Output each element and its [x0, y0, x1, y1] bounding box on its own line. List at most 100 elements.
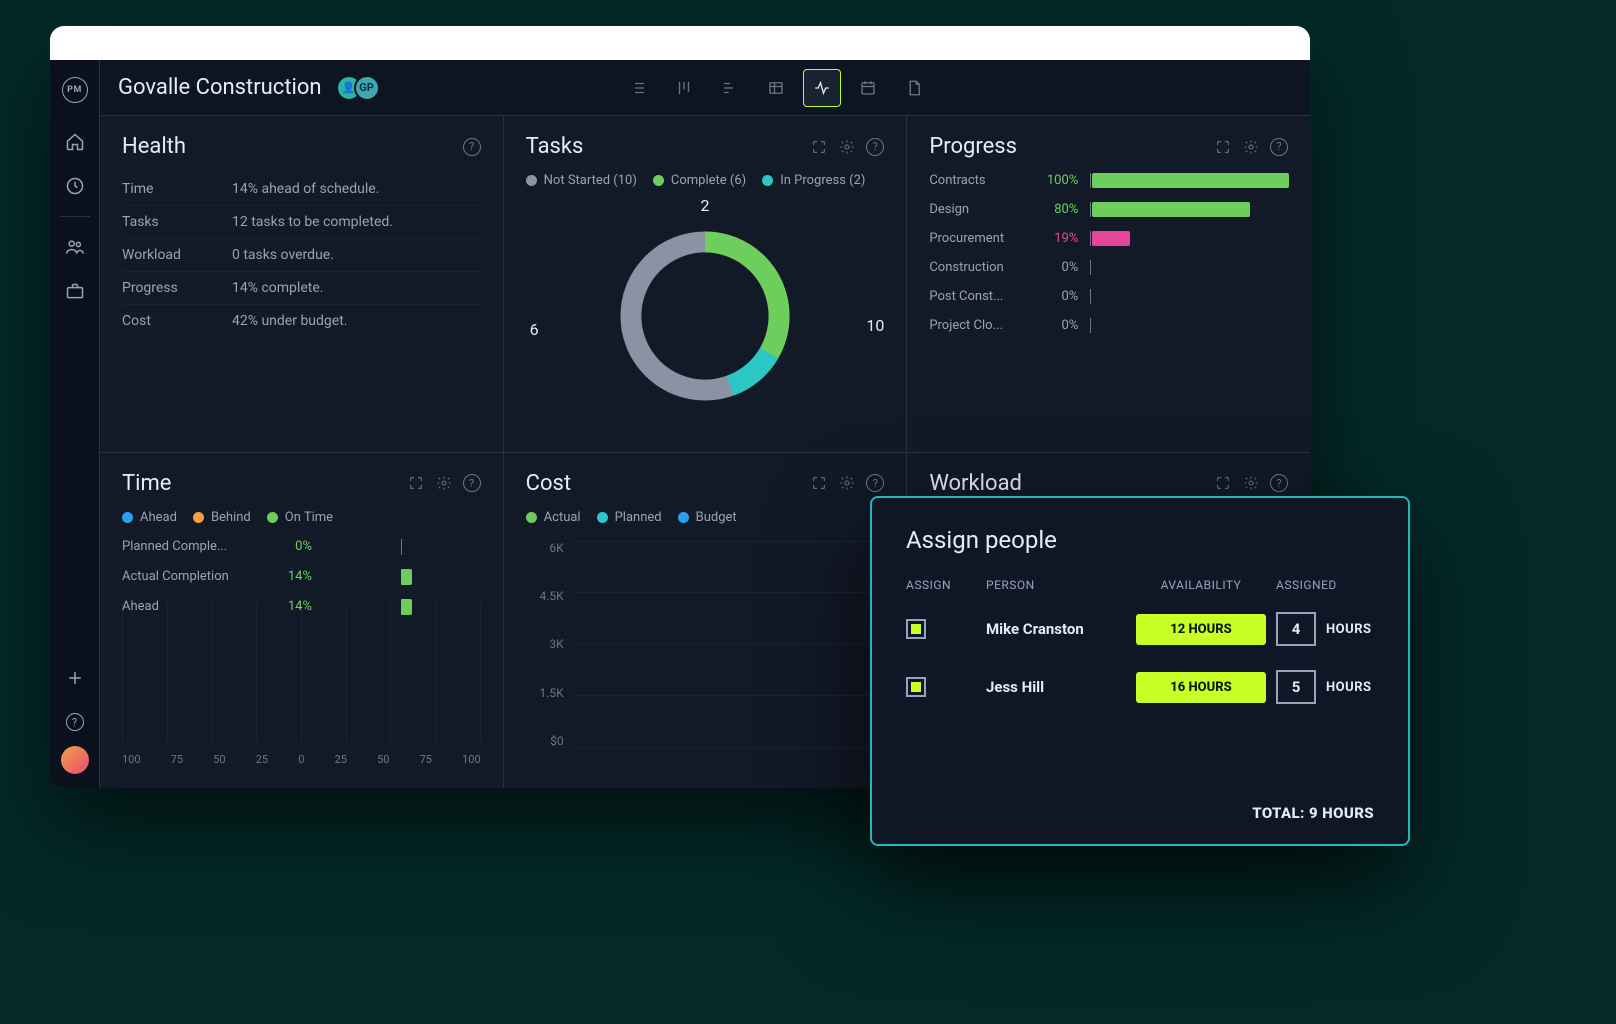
panel-progress: Progress ? Contracts100%Design80%Procure…: [907, 116, 1310, 452]
panel-title: Health: [122, 134, 186, 159]
cost-bar-chart: 6K4.5K3K1.5K$0: [526, 541, 885, 771]
health-row: Workload0 tasks overdue.: [122, 238, 481, 271]
panel-help-icon[interactable]: ?: [463, 138, 481, 156]
health-value: 14% ahead of schedule.: [232, 181, 379, 197]
legend-item: Budget: [678, 510, 737, 525]
nav-recent-icon[interactable]: [55, 166, 95, 206]
user-avatar[interactable]: [61, 746, 89, 774]
progress-name: Construction: [929, 260, 1024, 275]
nav-add-icon[interactable]: [55, 658, 95, 698]
project-title: Govalle Construction: [118, 75, 322, 100]
legend-item: In Progress (2): [762, 173, 865, 188]
panel-help-icon[interactable]: ?: [866, 138, 884, 156]
time-pct: 14%: [272, 599, 312, 614]
progress-bars: Contracts100%Design80%Procurement19%Cons…: [929, 173, 1288, 333]
progress-row: Post Const...0%: [929, 289, 1288, 304]
progress-name: Post Const...: [929, 289, 1024, 304]
gear-icon[interactable]: [1242, 138, 1260, 156]
progress-track: [1090, 289, 1288, 304]
time-row: Ahead14%: [122, 599, 481, 615]
donut-label-notstarted: 10: [866, 316, 884, 335]
expand-icon[interactable]: [1214, 474, 1232, 492]
health-key: Tasks: [122, 214, 232, 230]
assign-person: Mike Cranston: [986, 620, 1136, 638]
popup-headers: ASSIGN PERSON AVAILABILITY ASSIGNED: [906, 578, 1374, 592]
health-key: Progress: [122, 280, 232, 296]
panel-title: Time: [122, 471, 171, 496]
expand-icon[interactable]: [810, 138, 828, 156]
app-logo[interactable]: PM: [55, 70, 95, 110]
progress-name: Design: [929, 202, 1024, 217]
panel-help-icon[interactable]: ?: [1270, 474, 1288, 492]
gear-icon[interactable]: [838, 138, 856, 156]
view-dashboard-icon[interactable]: [803, 69, 841, 107]
nav-people-icon[interactable]: [55, 227, 95, 267]
progress-row: Design 80%: [929, 202, 1288, 217]
view-table-icon[interactable]: [757, 69, 795, 107]
health-key: Cost: [122, 313, 232, 329]
progress-track: [1090, 202, 1288, 217]
assign-people-popup: Assign people ASSIGN PERSON AVAILABILITY…: [870, 496, 1410, 846]
legend-dot: [526, 512, 537, 523]
assigned-hours-input[interactable]: 5: [1276, 670, 1316, 704]
assign-row: Jess Hill16 HOURS5HOURS: [906, 670, 1374, 704]
nav-help-icon[interactable]: ?: [55, 702, 95, 742]
progress-pct: 0%: [1036, 318, 1078, 333]
progress-row: Procurement19%: [929, 231, 1288, 246]
view-list-icon[interactable]: [619, 69, 657, 107]
view-board-icon[interactable]: [665, 69, 703, 107]
legend-item: Complete (6): [653, 173, 746, 188]
nav-briefcase-icon[interactable]: [55, 271, 95, 311]
view-file-icon[interactable]: [895, 69, 933, 107]
view-calendar-icon[interactable]: [849, 69, 887, 107]
donut-label-complete: 6: [530, 320, 539, 339]
expand-icon[interactable]: [407, 474, 425, 492]
time-row: Planned Comple...0%: [122, 539, 481, 555]
cost-legend: ActualPlannedBudget: [526, 510, 885, 525]
time-row: Actual Completion14%: [122, 569, 481, 585]
gear-icon[interactable]: [838, 474, 856, 492]
legend-item: Actual: [526, 510, 581, 525]
health-row: Progress14% complete.: [122, 271, 481, 304]
progress-track: [1090, 231, 1288, 246]
topbar: Govalle Construction 👤 GP: [100, 60, 1310, 116]
time-legend: AheadBehindOn Time: [122, 510, 481, 525]
legend-dot: [193, 512, 204, 523]
nav-home-icon[interactable]: [55, 122, 95, 162]
assign-checkbox[interactable]: [906, 619, 926, 639]
time-name: Planned Comple...: [122, 539, 262, 554]
health-row: Cost42% under budget.: [122, 304, 481, 337]
time-axis: 1007550250255075100: [122, 753, 481, 770]
panel-title: Workload: [929, 471, 1022, 496]
expand-icon[interactable]: [810, 474, 828, 492]
assigned-hours-input[interactable]: 4: [1276, 612, 1316, 646]
assign-row: Mike Cranston12 HOURS4HOURS: [906, 612, 1374, 646]
health-value: 12 tasks to be completed.: [232, 214, 393, 230]
time-name: Actual Completion: [122, 569, 262, 584]
view-gantt-icon[interactable]: [711, 69, 749, 107]
assigned-unit: HOURS: [1326, 680, 1372, 695]
progress-row: Project Clo...0%: [929, 318, 1288, 333]
assign-checkbox[interactable]: [906, 677, 926, 697]
time-track: [322, 599, 481, 615]
progress-pct: 100%: [1036, 173, 1078, 188]
member-avatar: GP: [354, 75, 380, 101]
gear-icon[interactable]: [435, 474, 453, 492]
legend-item: Behind: [193, 510, 251, 525]
panel-title: Cost: [526, 471, 571, 496]
panel-help-icon[interactable]: ?: [1270, 138, 1288, 156]
time-bars: Planned Comple...0%Actual Completion14%A…: [122, 539, 481, 615]
expand-icon[interactable]: [1214, 138, 1232, 156]
assign-total: TOTAL: 9 HOURS: [1252, 804, 1374, 822]
panel-help-icon[interactable]: ?: [463, 474, 481, 492]
progress-name: Procurement: [929, 231, 1024, 246]
project-members[interactable]: 👤 GP: [336, 75, 380, 101]
time-track: [322, 569, 481, 585]
legend-dot: [267, 512, 278, 523]
progress-pct: 80%: [1036, 202, 1078, 217]
tasks-donut-chart: 2 6 10: [526, 198, 885, 434]
panel-help-icon[interactable]: ?: [866, 474, 884, 492]
availability-chip: 16 HOURS: [1136, 672, 1266, 703]
progress-row: Construction0%: [929, 260, 1288, 275]
gear-icon[interactable]: [1242, 474, 1260, 492]
